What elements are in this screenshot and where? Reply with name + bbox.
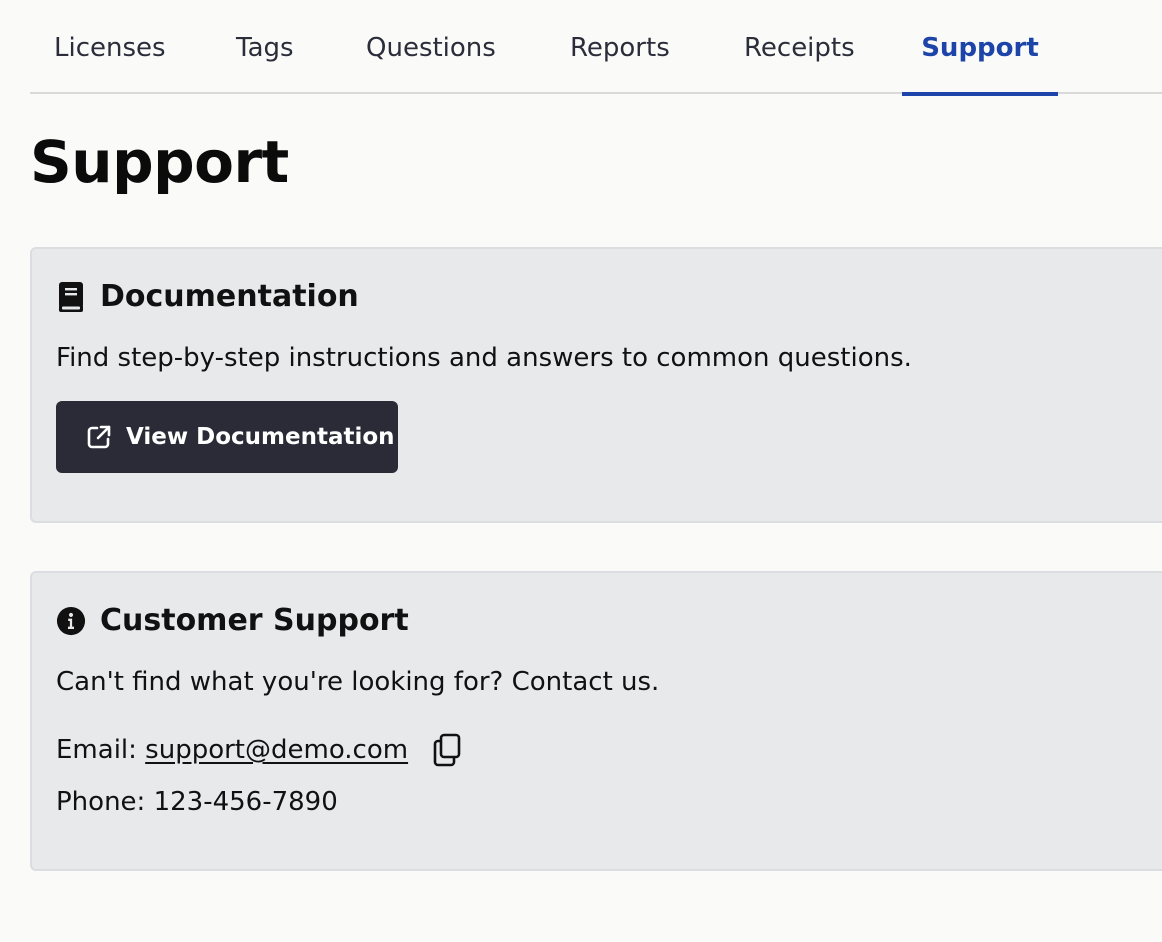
documentation-description: Find step-by-step instructions and answe… — [56, 343, 912, 373]
support-email-link[interactable]: support@demo.com — [145, 735, 408, 765]
phone-row: Phone: 123-456-7890 — [56, 787, 338, 817]
view-documentation-button[interactable]: View Documentation — [56, 401, 398, 473]
documentation-card: Documentation Find step-by-step instruct… — [30, 247, 1162, 523]
view-documentation-label: View Documentation — [126, 424, 395, 450]
customer-support-card: Customer Support Can't find what you're … — [30, 571, 1162, 871]
phone-number: 123-456-7890 — [153, 787, 338, 817]
customer-support-description: Can't find what you're looking for? Cont… — [56, 667, 660, 697]
email-label: Email: — [56, 735, 137, 765]
tab-support[interactable]: Support — [902, 0, 1058, 96]
tab-licenses[interactable]: Licenses — [54, 0, 166, 94]
tab-reports[interactable]: Reports — [570, 0, 670, 94]
copy-icon[interactable] — [432, 733, 464, 767]
book-icon — [56, 281, 86, 313]
documentation-header: Documentation — [56, 279, 359, 314]
customer-support-title: Customer Support — [100, 603, 409, 638]
tab-receipts[interactable]: Receipts — [744, 0, 855, 94]
tab-questions[interactable]: Questions — [366, 0, 496, 94]
customer-support-header: Customer Support — [56, 603, 409, 638]
documentation-title: Documentation — [100, 279, 359, 314]
tab-bar: Licenses Tags Questions Reports Receipts… — [30, 0, 1162, 96]
page-title: Support — [30, 128, 289, 196]
email-row: Email: support@demo.com — [56, 735, 408, 765]
tab-tags[interactable]: Tags — [236, 0, 294, 94]
info-circle-icon — [56, 605, 86, 637]
external-link-icon — [86, 424, 112, 450]
phone-label: Phone: — [56, 787, 146, 817]
